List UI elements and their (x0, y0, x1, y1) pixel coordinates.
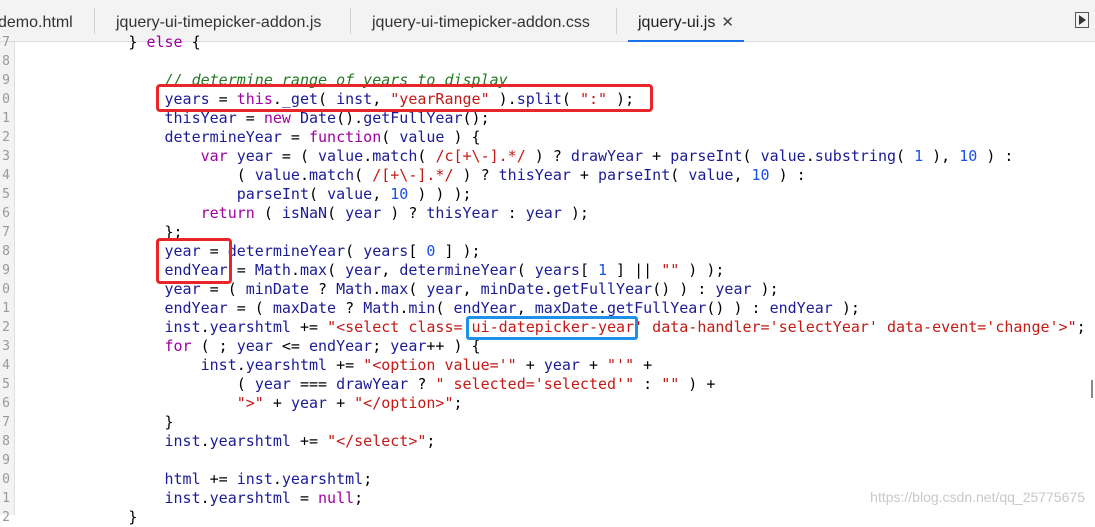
code-text: for ( ; year <= endYear; year++ ) { (164, 337, 481, 355)
code-text: endYear = Math.max( year, determineYear(… (164, 261, 725, 279)
tab-timepicker-addon-css[interactable]: jquery-ui-timepicker-addon.css (372, 0, 590, 42)
watermark: https://blog.csdn.net/qq_25775675 (870, 489, 1085, 505)
tab-divider (616, 8, 617, 34)
line-number: 2 (2, 130, 10, 145)
line-number: 9 (2, 263, 10, 278)
code-text: parseInt( value, 10 ) ) ); (236, 185, 472, 203)
tab-jquery-ui-js[interactable]: jquery-ui.js ✕ (628, 0, 744, 42)
tab-label: jquery-ui-timepicker-addon.css (372, 14, 590, 31)
line-number: 0 (2, 472, 10, 487)
code-text: return ( isNaN( year ) ? thisYear : year… (200, 204, 589, 222)
code-text: endYear = ( maxDate ? Math.min( endYear,… (164, 299, 860, 317)
highlight-box-datepicker-year (466, 316, 638, 340)
line-number: 6 (2, 396, 10, 411)
line-number: 7 (2, 225, 10, 240)
line-number: 0 (2, 92, 10, 107)
line-number: 3 (2, 149, 10, 164)
code-text: ( value.match( /[+\-].*/ ) ? thisYear + … (20, 166, 806, 184)
scrollbar-marker[interactable] (1091, 380, 1093, 398)
line-number: 4 (2, 358, 10, 373)
code-text: ">" + year + "</option>"; (236, 394, 463, 412)
line-number: 5 (2, 377, 10, 392)
line-number: 5 (2, 187, 10, 202)
code-editor[interactable]: 7 } else {8 9 // determine range of years… (0, 33, 1095, 526)
tab-divider (350, 8, 351, 34)
code-text: } (20, 508, 138, 526)
code-text: inst.yearshtml += "</select>"; (164, 432, 436, 450)
code-text: var year = ( value.match( /c[+\-].*/ ) ?… (200, 147, 1014, 165)
code-text: determineYear = function( value ) { (164, 128, 481, 146)
code-text: } else { (20, 33, 201, 51)
code-text: html += inst.yearshtml; (164, 470, 373, 488)
code-text: year = determineYear( years[ 0 ] ); (164, 242, 481, 260)
tab-label: jquery-ui.js (638, 14, 716, 31)
line-number: 1 (2, 491, 10, 506)
line-number: 8 (2, 244, 10, 259)
run-snippet-icon[interactable] (1075, 12, 1089, 28)
code-text: } (20, 413, 174, 431)
highlight-box-year-endyear (156, 238, 232, 284)
line-number: 3 (2, 339, 10, 354)
line-number: 7 (2, 35, 10, 50)
code-text: inst.yearshtml += "<option value='" + ye… (200, 356, 653, 374)
line-number: 8 (2, 434, 10, 449)
line-number: 1 (2, 301, 10, 316)
line-number: 7 (2, 415, 10, 430)
tab-label: jquery-ui-timepicker-addon.js (116, 14, 322, 31)
tab-label: demo.html (0, 14, 73, 31)
line-number: 4 (2, 168, 10, 183)
line-number: 0 (2, 282, 10, 297)
tab-divider (94, 8, 95, 34)
code-text: inst.yearshtml = null; (164, 489, 364, 507)
highlight-box-years (156, 84, 653, 112)
line-number: 9 (2, 73, 10, 88)
line-number: 2 (2, 510, 10, 525)
line-number: 1 (2, 111, 10, 126)
close-icon[interactable]: ✕ (721, 14, 734, 31)
code-text: ( year === drawYear ? " selected='select… (20, 375, 716, 393)
line-number: 6 (2, 206, 10, 221)
code-text: year = ( minDate ? Math.max( year, minDa… (164, 280, 779, 298)
line-number: 8 (2, 54, 10, 69)
line-number: 9 (2, 453, 10, 468)
line-number: 2 (2, 320, 10, 335)
